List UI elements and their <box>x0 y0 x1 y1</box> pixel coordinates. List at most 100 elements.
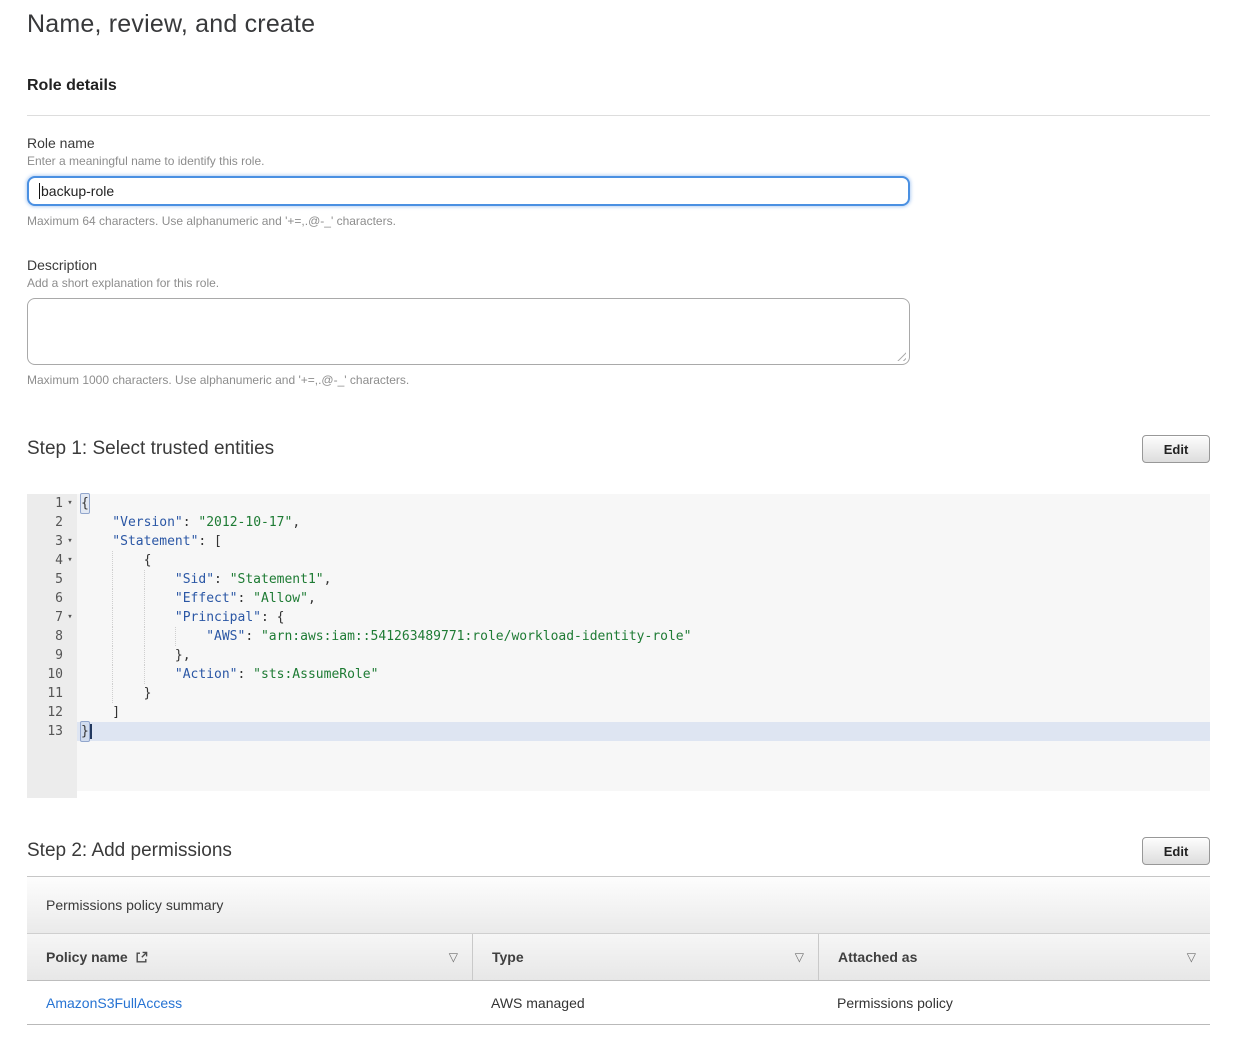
editor-line[interactable]: 4▾{ <box>27 551 1210 570</box>
code-token-punc: : <box>238 665 254 684</box>
column-header-attached-as: Attached as▽ <box>818 934 1210 980</box>
policy-table-header: Policy name▽Type▽Attached as▽ <box>27 934 1210 981</box>
policy-name-cell: AmazonS3FullAccess <box>27 981 472 1024</box>
editor-line[interactable]: 5"Sid": "Statement1", <box>27 570 1210 589</box>
role-name-help: Enter a meaningful name to identify this… <box>27 154 1210 168</box>
resize-handle-icon[interactable] <box>896 351 906 361</box>
indent-guide <box>144 589 175 608</box>
editor-line[interactable]: 6"Effect": "Allow", <box>27 589 1210 608</box>
line-number: 11 <box>27 684 77 703</box>
line-number: 2 <box>27 513 77 532</box>
code-token-punc: : <box>238 589 254 608</box>
step1-header: Step 1: Select trusted entities Edit <box>27 435 1210 463</box>
indent-space <box>81 627 112 646</box>
role-name-input[interactable]: backup-role <box>27 176 910 206</box>
indent-guide <box>112 589 143 608</box>
code-token-punc: , <box>324 570 332 589</box>
code-token-punc: : [ <box>198 532 221 551</box>
line-number: 6 <box>27 589 77 608</box>
line-number: 9 <box>27 646 77 665</box>
code-token-punc: : <box>183 513 199 532</box>
trust-policy-editor[interactable]: 1▾{2"Version": "2012-10-17",3▾"Statement… <box>27 494 1210 791</box>
code-token-punc: } <box>144 684 152 703</box>
code-token-str: "sts:AssumeRole" <box>253 665 378 684</box>
editor-line[interactable]: 2"Version": "2012-10-17", <box>27 513 1210 532</box>
column-header-type: Type▽ <box>472 934 818 980</box>
panel-title: Permissions policy summary <box>27 877 1210 934</box>
code-token-key: "AWS" <box>206 627 245 646</box>
name-review-create-page: Name, review, and create Role details Ro… <box>0 0 1242 1045</box>
code-token-punc: , <box>308 589 316 608</box>
indent-space <box>81 608 112 627</box>
role-details-heading: Role details <box>27 77 1210 95</box>
indent-space <box>81 684 112 703</box>
fold-toggle-icon[interactable]: ▾ <box>63 494 77 513</box>
indent-guide <box>144 608 175 627</box>
code-token-key: "Statement" <box>112 532 198 551</box>
indent-space <box>81 703 112 722</box>
indent-guide <box>112 608 143 627</box>
code-token-punc: }, <box>175 646 191 665</box>
policy-table-body: AmazonS3FullAccessAWS managedPermissions… <box>27 981 1210 1025</box>
line-number: 4▾ <box>27 551 77 570</box>
editor-line[interactable]: 13} <box>27 722 1210 741</box>
editor-line[interactable]: 7▾"Principal": { <box>27 608 1210 627</box>
line-number: 8 <box>27 627 77 646</box>
indent-guide <box>175 627 206 646</box>
code-token-key: "Action" <box>175 665 238 684</box>
attached-as-cell: Permissions policy <box>818 981 1210 1024</box>
description-textarea[interactable] <box>27 298 910 365</box>
code-token-key: "Version" <box>112 513 182 532</box>
fold-toggle-icon[interactable]: ▾ <box>63 608 77 627</box>
column-filter-icon[interactable]: ▽ <box>449 950 458 964</box>
editor-line[interactable]: 3▾ "Statement": [ <box>27 532 1210 551</box>
editor-empty-area[interactable] <box>27 741 1210 798</box>
external-link-icon <box>135 951 148 964</box>
description-help: Add a short explanation for this role. <box>27 276 1210 290</box>
column-header-policy-name: Policy name▽ <box>27 934 472 980</box>
indent-guide <box>144 665 175 684</box>
indent-guide <box>144 627 175 646</box>
indent-guide <box>112 551 143 570</box>
indent-guide <box>112 570 143 589</box>
step1-heading: Step 1: Select trusted entities <box>27 438 274 460</box>
role-name-field: Role name Enter a meaningful name to ide… <box>27 135 1210 228</box>
fold-toggle-icon[interactable]: ▾ <box>63 532 77 551</box>
code-token-punc: : <box>214 570 230 589</box>
indent-guide <box>144 646 175 665</box>
role-name-constraint: Maximum 64 characters. Use alphanumeric … <box>27 214 1210 228</box>
editor-line[interactable]: 8"AWS": "arn:aws:iam::541263489771:role/… <box>27 627 1210 646</box>
line-number: 3▾ <box>27 532 77 551</box>
permissions-summary-panel: Permissions policy summary Policy name▽T… <box>27 876 1210 1025</box>
indent-space <box>81 646 112 665</box>
step2-edit-button[interactable]: Edit <box>1142 837 1210 865</box>
role-name-value: backup-role <box>41 183 114 199</box>
line-number: 13 <box>27 722 77 741</box>
code-token-key: "Sid" <box>175 570 214 589</box>
indent-guide <box>112 684 143 703</box>
step1-edit-button[interactable]: Edit <box>1142 435 1210 463</box>
description-label: Description <box>27 257 1210 273</box>
line-number: 12 <box>27 703 77 722</box>
indent-guide <box>112 627 143 646</box>
editor-line[interactable]: 10 "Action": "sts:AssumeRole" <box>27 665 1210 684</box>
line-number: 1▾ <box>27 494 77 513</box>
editor-line[interactable]: 1▾{ <box>27 494 1210 513</box>
editor-line[interactable]: 12] <box>27 703 1210 722</box>
indent-guide <box>112 665 143 684</box>
description-constraint: Maximum 1000 characters. Use alphanumeri… <box>27 373 1210 387</box>
fold-toggle-icon[interactable]: ▾ <box>63 551 77 570</box>
description-field: Description Add a short explanation for … <box>27 257 1210 387</box>
step2-heading: Step 2: Add permissions <box>27 840 232 862</box>
indent-space <box>81 589 112 608</box>
editor-line[interactable]: 9}, <box>27 646 1210 665</box>
column-filter-icon[interactable]: ▽ <box>795 950 804 964</box>
code-token-str: "Statement1" <box>230 570 324 589</box>
editor-caret <box>90 724 92 739</box>
line-number: 10 <box>27 665 77 684</box>
indent-space <box>81 551 112 570</box>
policy-name-link[interactable]: AmazonS3FullAccess <box>46 995 182 1011</box>
editor-line[interactable]: 11} <box>27 684 1210 703</box>
code-token-punc: : { <box>261 608 284 627</box>
column-filter-icon[interactable]: ▽ <box>1187 950 1196 964</box>
